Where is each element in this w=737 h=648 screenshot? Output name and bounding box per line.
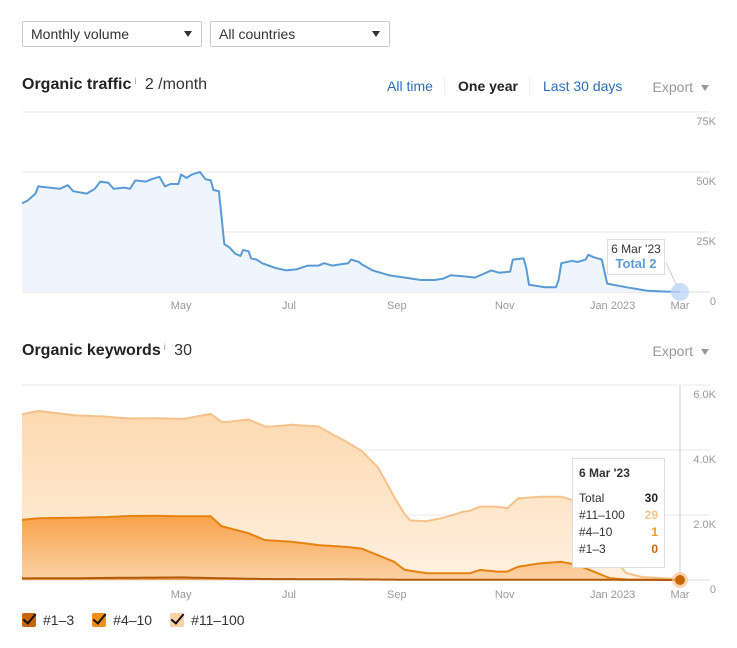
keywords-value: 30 <box>174 342 192 359</box>
keywords-tooltip: 6 Mar '23 Total 30 #11–100 29 #4–10 1 #1–3 0 <box>572 458 665 568</box>
tooltip-total: Total 2 <box>615 256 657 271</box>
chevron-down-icon <box>701 349 709 356</box>
tab-divider <box>529 77 530 95</box>
tooltip-row-value: 30 <box>644 491 658 505</box>
x-tick-label: Mar <box>671 589 690 601</box>
legend-item[interactable]: #1–3 <box>22 612 74 628</box>
x-tick-label: May <box>171 300 192 312</box>
x-tick-label: Nov <box>495 589 515 601</box>
info-icon[interactable]: i <box>134 76 136 86</box>
tab-divider <box>444 77 445 95</box>
y-tick-label: 0 <box>710 296 716 308</box>
x-tick-label: Jan 2023 <box>590 589 635 601</box>
export-label: Export <box>652 343 693 359</box>
keywords-export-button[interactable]: Export <box>653 343 709 359</box>
tooltip-row-value: 1 <box>651 525 658 539</box>
checkbox-checked-icon[interactable] <box>22 613 36 627</box>
tooltip-row-label: #1–3 <box>579 542 606 556</box>
volume-select-value: Monthly volume <box>31 26 130 42</box>
tab-last-30-days[interactable]: Last 30 days <box>543 78 622 94</box>
y-tick-label: 2.0K <box>693 519 716 531</box>
x-tick-label: Jul <box>282 300 296 312</box>
y-tick-label: 25K <box>696 236 716 248</box>
tooltip-row-label: Total <box>579 491 605 505</box>
tooltip-date: 6 Mar '23 <box>611 242 661 256</box>
checkbox-checked-icon[interactable] <box>92 613 107 627</box>
keywords-legend: #1–3 #4–10 #11–100 <box>22 612 245 628</box>
tooltip-row-label: #4–10 <box>579 525 613 539</box>
y-tick-label: 50K <box>696 176 716 188</box>
legend-label: #11–100 <box>191 612 245 628</box>
tooltip-row-value: 0 <box>651 542 658 556</box>
legend-label: #4–10 <box>113 612 153 628</box>
x-tick-label: May <box>171 589 192 601</box>
y-tick-label: 75K <box>696 116 716 128</box>
x-tick-label: Nov <box>495 300 515 312</box>
traffic-section-title: Organic traffic i 2 /month <box>22 76 207 94</box>
checkbox-checked-icon[interactable] <box>170 613 185 627</box>
x-tick-label: Sep <box>387 589 407 601</box>
tooltip-row-label: #11–100 <box>579 508 625 522</box>
tooltip-rows: Total 30 #11–100 29 #4–10 1 #1–3 0 <box>579 490 658 558</box>
legend-item[interactable]: #11–100 <box>170 612 245 628</box>
y-tick-label: 6.0K <box>693 389 716 401</box>
keywords-section-title: Organic keywords i 30 <box>22 342 192 360</box>
x-tick-label: Sep <box>387 300 407 312</box>
info-icon[interactable]: i <box>164 342 166 352</box>
y-tick-label: 4.0K <box>693 454 716 466</box>
chevron-down-icon <box>372 31 380 37</box>
tooltip-row: Total 30 <box>579 490 658 507</box>
tooltip-row: #4–10 1 <box>579 524 658 541</box>
traffic-chart[interactable]: 0 25K 50K 75K May Jul Sep Nov Jan 2023 Mar <box>0 100 737 315</box>
tooltip-row-value: 29 <box>644 508 658 522</box>
y-tick-label: 0 <box>710 584 716 596</box>
traffic-tooltip: 6 Mar '23 Total 2 <box>607 239 665 275</box>
chevron-down-icon <box>701 85 709 92</box>
tab-all-time[interactable]: All time <box>387 78 433 94</box>
export-label: Export <box>652 79 693 95</box>
country-select-value: All countries <box>219 26 296 42</box>
legend-item[interactable]: #4–10 <box>92 612 152 628</box>
x-tick-label: Mar <box>671 300 690 312</box>
tooltip-row: #11–100 29 <box>579 507 658 524</box>
keywords-title: Organic keywords <box>22 342 161 359</box>
country-select[interactable]: All countries <box>210 21 390 47</box>
traffic-marker[interactable] <box>671 282 689 301</box>
hover-marker[interactable] <box>675 575 685 585</box>
tab-one-year[interactable]: One year <box>458 78 518 94</box>
traffic-value: 2 /month <box>144 76 208 93</box>
x-tick-label: Jul <box>282 589 296 601</box>
traffic-title: Organic traffic <box>22 76 132 93</box>
x-tick-label: Jan 2023 <box>590 300 635 312</box>
chevron-down-icon <box>184 31 192 37</box>
volume-select[interactable]: Monthly volume <box>22 21 202 47</box>
tooltip-row: #1–3 0 <box>579 541 658 558</box>
tooltip-date: 6 Mar '23 <box>579 466 630 480</box>
legend-label: #1–3 <box>43 612 75 628</box>
traffic-export-button[interactable]: Export <box>653 79 709 95</box>
